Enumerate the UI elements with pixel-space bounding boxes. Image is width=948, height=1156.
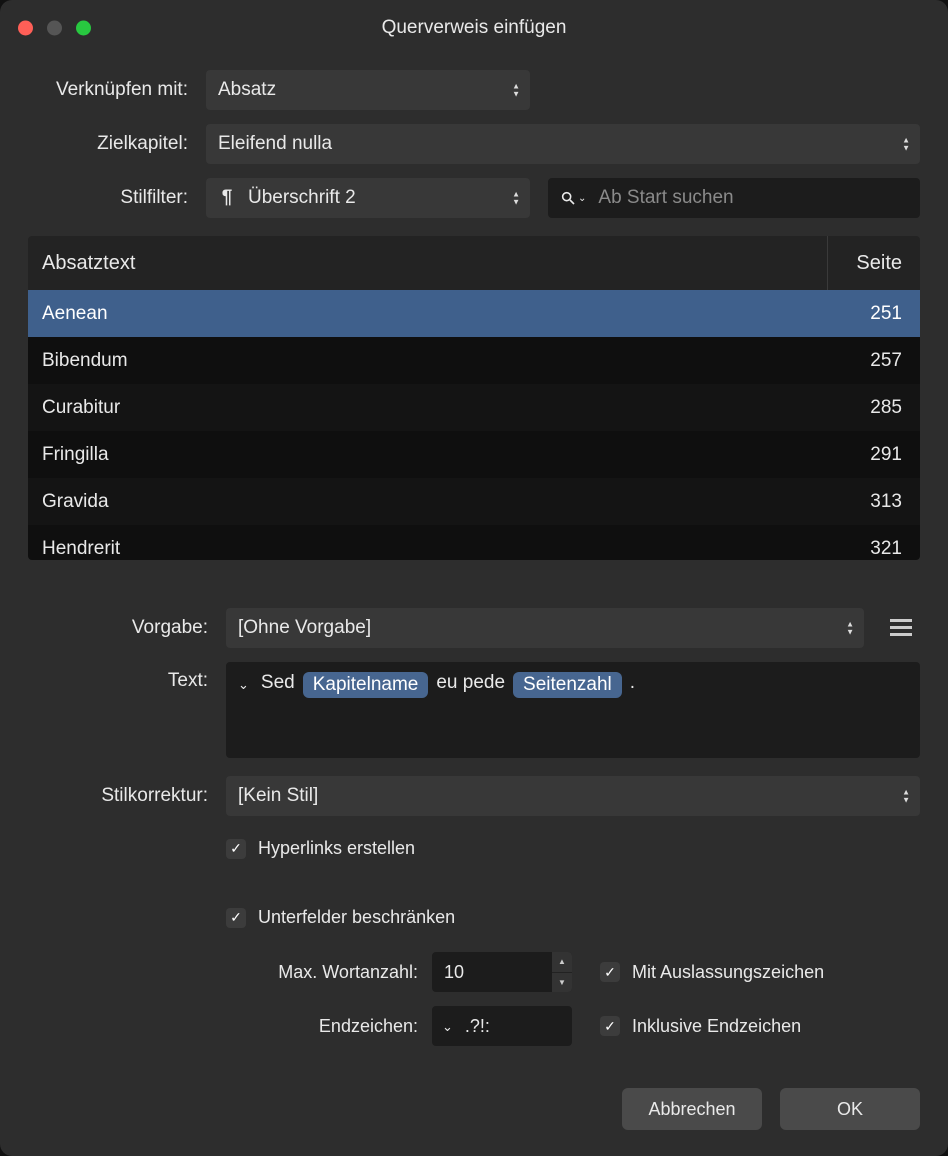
style-correct-dropdown[interactable]: [Kein Stil] ▲▼ xyxy=(226,776,920,816)
dropdown-stepper-icon: ▲▼ xyxy=(846,621,854,636)
dropdown-stepper-icon: ▲▼ xyxy=(902,789,910,804)
row-page: 313 xyxy=(828,491,920,513)
row-text: Aenean xyxy=(28,303,828,325)
include-endchars-label: Inklusive Endzeichen xyxy=(632,1016,801,1037)
search-box[interactable]: ⌄ xyxy=(548,178,920,218)
row-text: Curabitur xyxy=(28,397,828,419)
titlebar: Querverweis einfügen xyxy=(0,0,948,56)
text-label: Text: xyxy=(28,662,208,692)
ellipsis-label: Mit Auslassungszeichen xyxy=(632,962,824,983)
window-title: Querverweis einfügen xyxy=(382,17,567,39)
chapter-label: Zielkapitel: xyxy=(28,133,188,155)
dropdown-stepper-icon: ▲▼ xyxy=(512,83,520,98)
field-page-number[interactable]: Seitenzahl xyxy=(513,672,622,698)
limit-subfields-label: Unterfelder beschränken xyxy=(258,907,455,928)
style-filter-value: Überschrift 2 xyxy=(248,187,356,209)
style-filter-label: Stilfilter: xyxy=(28,187,188,209)
style-correct-value: [Kein Stil] xyxy=(238,785,318,807)
zoom-window-button[interactable] xyxy=(76,21,91,36)
text-part-before: Sed xyxy=(261,672,295,694)
style-filter-dropdown[interactable]: ¶ Überschrift 2 ▲▼ xyxy=(206,178,530,218)
search-input[interactable] xyxy=(596,186,908,210)
table-row[interactable]: Hendrerit321 xyxy=(28,525,920,560)
minimize-window-button[interactable] xyxy=(47,21,62,36)
max-words-label: Max. Wortanzahl: xyxy=(28,962,432,983)
text-part-after: . xyxy=(630,672,635,694)
number-stepper[interactable]: ▲ ▼ xyxy=(552,952,572,992)
dropdown-stepper-icon: ▲▼ xyxy=(902,137,910,152)
link-with-label: Verknüpfen mit: xyxy=(28,79,188,101)
dialog-window: Querverweis einfügen Verknüpfen mit: Abs… xyxy=(0,0,948,1156)
chevron-down-icon[interactable]: ⌄ xyxy=(238,672,253,698)
row-text: Hendrerit xyxy=(28,538,828,560)
row-text: Fringilla xyxy=(28,444,828,466)
row-page: 257 xyxy=(828,350,920,372)
table-row[interactable]: Gravida313 xyxy=(28,478,920,525)
table-row[interactable]: Fringilla291 xyxy=(28,431,920,478)
preset-value: [Ohne Vorgabe] xyxy=(238,617,371,639)
include-endchars-checkbox[interactable]: ✓ xyxy=(600,1016,620,1036)
row-page: 321 xyxy=(828,538,920,560)
row-text: Gravida xyxy=(28,491,828,513)
search-icon: ⌄ xyxy=(560,190,586,206)
stepper-down-icon[interactable]: ▼ xyxy=(552,973,572,993)
hyperlinks-label: Hyperlinks erstellen xyxy=(258,838,415,859)
link-with-value: Absatz xyxy=(218,79,276,101)
paragraph-icon: ¶ xyxy=(218,187,236,209)
style-correct-label: Stilkorrektur: xyxy=(28,785,208,807)
text-field[interactable]: ⌄ Sed Kapitelname eu pede Seitenzahl . xyxy=(226,662,920,758)
endchars-value: .?!: xyxy=(465,1016,490,1037)
field-chapter-name[interactable]: Kapitelname xyxy=(303,672,429,698)
preset-dropdown[interactable]: [Ohne Vorgabe] ▲▼ xyxy=(226,608,864,648)
row-text: Bibendum xyxy=(28,350,828,372)
max-words-input[interactable]: 10 ▲ ▼ xyxy=(432,952,572,992)
table-row[interactable]: Bibendum257 xyxy=(28,337,920,384)
col-header-page[interactable]: Seite xyxy=(828,236,920,290)
preset-menu-button[interactable] xyxy=(882,609,920,647)
table-body: Aenean251Bibendum257Curabitur285Fringill… xyxy=(28,290,920,560)
ellipsis-checkbox[interactable]: ✓ xyxy=(600,962,620,982)
table-row[interactable]: Curabitur285 xyxy=(28,384,920,431)
stepper-up-icon[interactable]: ▲ xyxy=(552,952,572,973)
chapter-value: Eleifend nulla xyxy=(218,133,332,155)
link-with-dropdown[interactable]: Absatz ▲▼ xyxy=(206,70,530,110)
endchars-input[interactable]: ⌄ .?!: xyxy=(432,1006,572,1046)
ok-button[interactable]: OK xyxy=(780,1088,920,1130)
table-header: Absatztext Seite xyxy=(28,236,920,290)
table-row[interactable]: Aenean251 xyxy=(28,290,920,337)
dropdown-stepper-icon: ▲▼ xyxy=(512,191,520,206)
row-page: 285 xyxy=(828,397,920,419)
endchars-label: Endzeichen: xyxy=(28,1016,432,1037)
chevron-down-icon[interactable]: ⌄ xyxy=(442,1020,457,1033)
row-page: 251 xyxy=(828,303,920,325)
hyperlinks-checkbox[interactable]: ✓ xyxy=(226,839,246,859)
close-window-button[interactable] xyxy=(18,21,33,36)
cancel-button[interactable]: Abbrechen xyxy=(622,1088,762,1130)
limit-subfields-checkbox[interactable]: ✓ xyxy=(226,908,246,928)
traffic-lights xyxy=(18,21,91,36)
row-page: 291 xyxy=(828,444,920,466)
text-part-mid: eu pede xyxy=(436,672,505,694)
col-header-text[interactable]: Absatztext xyxy=(28,236,828,290)
chapter-dropdown[interactable]: Eleifend nulla ▲▼ xyxy=(206,124,920,164)
paragraph-table: Absatztext Seite Aenean251Bibendum257Cur… xyxy=(28,236,920,560)
preset-label: Vorgabe: xyxy=(28,617,208,639)
chevron-down-icon: ⌄ xyxy=(578,193,586,204)
max-words-value: 10 xyxy=(444,962,464,983)
